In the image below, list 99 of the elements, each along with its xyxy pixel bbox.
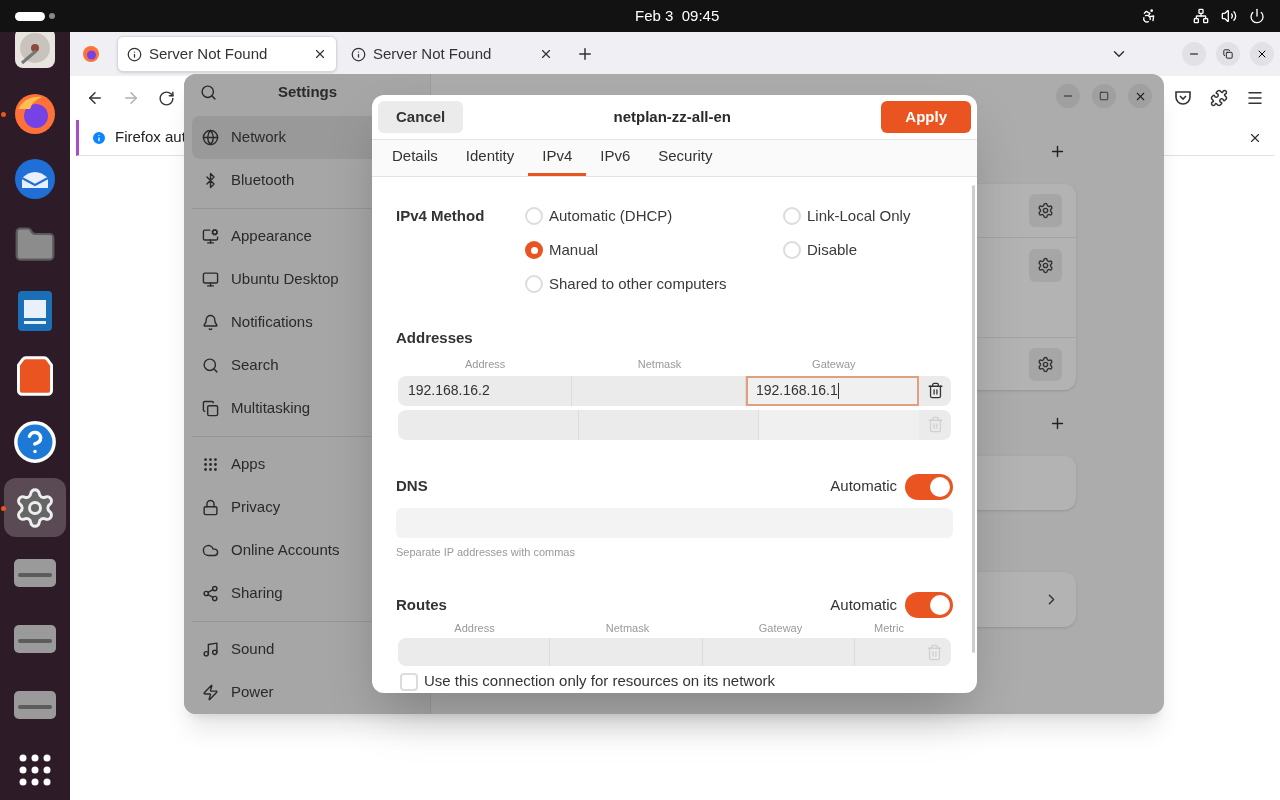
trash-icon — [926, 382, 944, 400]
lock-icon — [202, 499, 219, 516]
minimize-button[interactable] — [1182, 42, 1206, 66]
dialog-title: netplan-zz-all-en — [612, 106, 732, 127]
share-icon — [202, 585, 219, 602]
sidebar-title: Settings — [276, 81, 339, 102]
sidebar-item[interactable]: Ubuntu Desktop — [192, 258, 422, 301]
column-header: Address — [464, 356, 507, 372]
clock[interactable]: Feb 3 09:45 — [635, 4, 720, 28]
extensions-icon[interactable] — [1210, 89, 1228, 107]
bell-icon — [202, 314, 219, 331]
close-icon — [1256, 48, 1268, 60]
trash-icon — [926, 643, 944, 661]
search-icon — [202, 357, 219, 374]
column-header: Netmask — [604, 621, 651, 637]
bolt-icon — [202, 684, 219, 701]
running-indicator — [1, 111, 6, 117]
restore-icon — [1223, 49, 1233, 59]
close-button[interactable] — [1128, 84, 1152, 108]
back-icon[interactable] — [86, 89, 104, 107]
windows-icon — [202, 400, 219, 417]
activities-indicator[interactable] — [15, 11, 45, 21]
hint-text: Separate IP addresses with commas — [396, 544, 576, 560]
reload-icon[interactable] — [158, 89, 175, 107]
browser-icon[interactable] — [82, 45, 100, 63]
gear-icon — [1037, 202, 1054, 219]
help-icon[interactable] — [12, 418, 58, 465]
section-label: IPv4 Method — [396, 205, 486, 226]
info-icon — [91, 129, 107, 146]
gear-icon — [1037, 257, 1054, 274]
column-header: Netmask — [636, 356, 683, 372]
power-icon[interactable] — [1249, 8, 1265, 24]
trash-icon — [926, 416, 944, 434]
gateway-field[interactable]: 192.168.16.1 — [746, 376, 919, 406]
checkbox-label: Use this connection only for resources on its network — [424, 671, 775, 692]
radio-button[interactable] — [783, 207, 801, 225]
scrollbar[interactable] — [971, 185, 975, 653]
menu-icon[interactable] — [1246, 89, 1264, 107]
volume-icon[interactable] — [1221, 8, 1237, 24]
info-icon — [127, 46, 142, 62]
checkbox[interactable] — [400, 672, 418, 691]
settings-button[interactable] — [1029, 347, 1062, 381]
gear-icon — [1037, 355, 1054, 373]
radio-label: Shared to other computers — [549, 273, 727, 294]
close-icon[interactable] — [313, 47, 327, 61]
sidebar-item[interactable]: Sound — [192, 628, 422, 671]
music-icon — [202, 641, 219, 658]
column-header: Address — [453, 621, 496, 637]
radio-label: Automatic (DHCP) — [549, 205, 673, 226]
app-grid-icon[interactable] — [18, 753, 52, 788]
globe-icon — [202, 129, 219, 146]
new-tab-icon[interactable] — [576, 45, 594, 63]
column-header: Gateway — [811, 356, 857, 372]
switch-label: Automatic — [830, 594, 897, 615]
column-header: Gateway — [757, 621, 804, 637]
network-icon[interactable] — [1193, 8, 1209, 24]
monitor-icon — [202, 228, 219, 245]
radio-button[interactable] — [525, 241, 543, 259]
running-indicator — [1, 505, 6, 511]
restore-button[interactable] — [1216, 42, 1240, 66]
section-label: DNS — [396, 476, 429, 497]
address-field[interactable]: 192.168.16.2 — [398, 376, 572, 406]
section-label: Addresses — [396, 328, 474, 348]
dialog-tab[interactable]: Identity — [451, 140, 529, 176]
pocket-icon[interactable] — [1174, 89, 1192, 107]
switch-label: Automatic — [830, 476, 897, 497]
radio-button[interactable] — [525, 275, 543, 293]
column-header: Metric — [873, 621, 905, 637]
radio-label: Disable — [807, 239, 858, 260]
browser-tab[interactable]: Server Not Found — [117, 36, 337, 72]
radio-label: Link-Local Only — [807, 205, 911, 226]
close-button[interactable] — [1250, 42, 1274, 66]
radio-button[interactable] — [525, 207, 543, 225]
browser-tab[interactable]: Server Not Found — [342, 36, 562, 72]
toggle-switch[interactable] — [905, 473, 953, 500]
monitor-icon — [202, 271, 219, 288]
dock-item[interactable] — [4, 477, 66, 538]
dialog-tab[interactable]: Security — [644, 140, 727, 176]
sidebar-item[interactable]: Power — [192, 671, 422, 714]
grid-icon — [202, 456, 219, 473]
cancel-button[interactable]: Cancel — [378, 101, 464, 133]
settings-button[interactable] — [1029, 194, 1062, 227]
maximize-button[interactable] — [1092, 84, 1116, 108]
accessibility-icon[interactable] — [1141, 8, 1157, 24]
maximize-icon — [1099, 91, 1109, 101]
section-label: Routes — [396, 594, 448, 615]
dialog-tab[interactable]: IPv6 — [586, 140, 645, 176]
dialog-tab[interactable]: IPv4 — [528, 140, 587, 176]
gateway-field[interactable] — [759, 409, 919, 440]
info-icon — [351, 46, 366, 62]
radio-label: Manual — [549, 239, 599, 260]
cloud-icon — [202, 542, 219, 559]
search-icon[interactable] — [200, 83, 217, 101]
radio-button[interactable] — [783, 241, 801, 259]
close-icon[interactable] — [539, 47, 553, 61]
minimize-button[interactable] — [1056, 84, 1080, 108]
settings-button[interactable] — [1029, 249, 1062, 282]
apply-button[interactable]: Apply — [881, 101, 971, 133]
toggle-switch[interactable] — [905, 592, 953, 619]
